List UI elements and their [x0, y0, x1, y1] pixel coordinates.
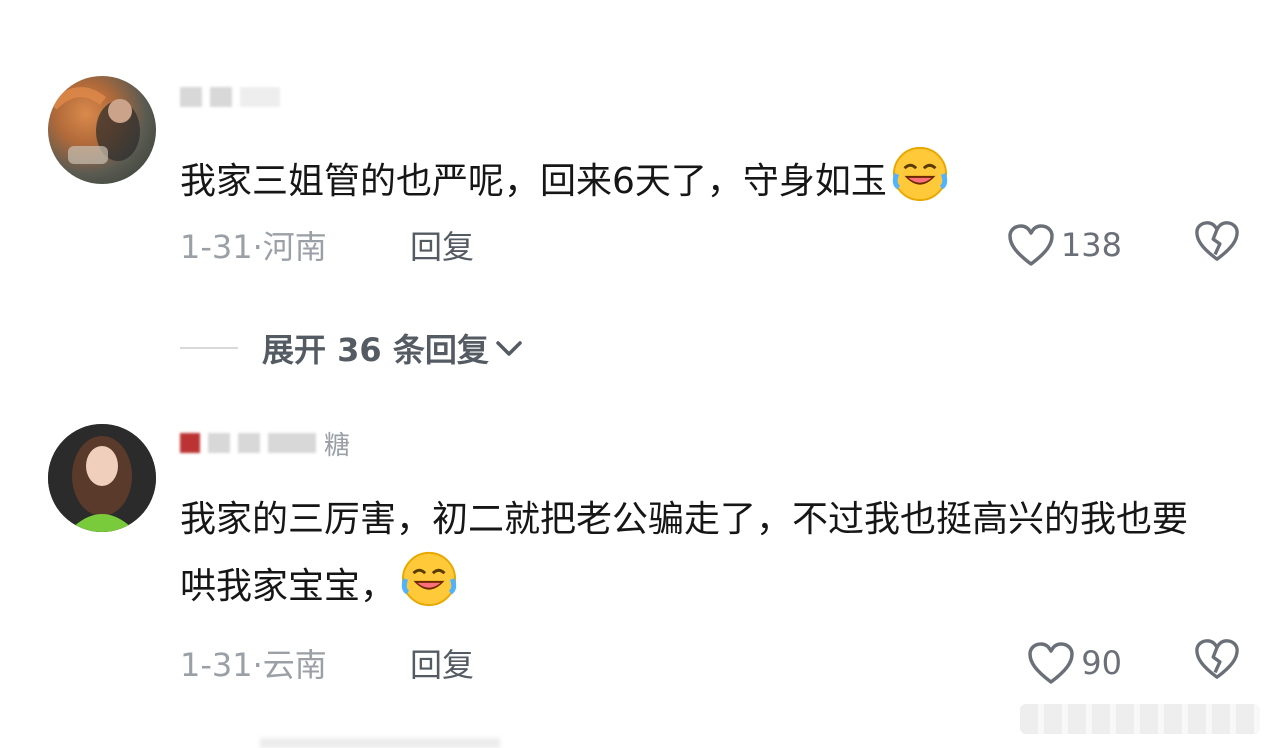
- broken-heart-icon: [1195, 221, 1239, 261]
- comment-date-location: 1-31·河南: [180, 228, 327, 266]
- username[interactable]: [180, 82, 288, 112]
- comment-meta: 1-31·云南 回复 90: [180, 638, 1240, 688]
- chevron-down-icon: [496, 341, 522, 356]
- comment-date-location: 1-31·云南: [180, 646, 327, 684]
- heart-icon: [1008, 224, 1054, 266]
- avatar[interactable]: [48, 424, 156, 532]
- watermark: [1020, 704, 1260, 734]
- comment-text: 我家的三厉害，初二就把老公骗走了，不过我也挺高兴的我也要哄我家宝宝，: [180, 499, 1189, 608]
- comment-meta: 1-31·河南 回复 138: [180, 220, 1240, 270]
- heart-icon: [1028, 642, 1075, 684]
- like-count: 138: [1060, 226, 1122, 264]
- reply-button[interactable]: 回复: [410, 640, 474, 686]
- reply-button[interactable]: 回复: [410, 222, 474, 268]
- like-count: 90: [1081, 644, 1122, 682]
- dislike-button[interactable]: [1194, 219, 1240, 271]
- expand-replies-button[interactable]: 展开 36 条回复: [180, 326, 523, 370]
- broken-heart-icon: [1195, 639, 1239, 679]
- like-button[interactable]: 138: [1007, 223, 1122, 267]
- next-comment-fragment: [260, 738, 500, 748]
- rofl-emoji-icon: [891, 145, 949, 203]
- expand-replies-label: 展开 36 条回复: [262, 331, 489, 369]
- comment-text: 我家三姐管的也严呢，回来6天了，守身如玉: [180, 145, 1200, 212]
- dislike-button[interactable]: [1194, 637, 1240, 689]
- avatar[interactable]: [48, 76, 156, 184]
- rofl-emoji-icon: [400, 550, 458, 608]
- username[interactable]: 糖: [180, 428, 352, 461]
- like-button[interactable]: 90: [1027, 641, 1122, 685]
- divider: [180, 347, 238, 349]
